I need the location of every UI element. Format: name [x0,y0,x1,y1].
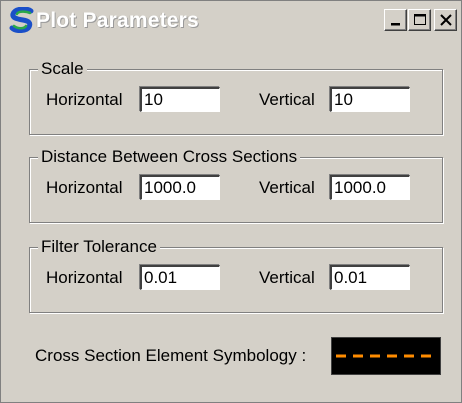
maximize-button[interactable] [408,9,431,31]
symbology-swatch-button[interactable] [331,337,441,375]
scale-group-title: Scale [38,59,87,79]
maximize-icon [414,14,426,25]
distance-horizontal-label: Horizontal [46,178,123,197]
s-logo-icon [9,7,34,33]
filter-horizontal-label: Horizontal [46,268,123,287]
distance-vertical-input[interactable] [330,175,410,200]
scale-horizontal-input[interactable] [140,87,220,112]
close-button[interactable] [434,9,457,31]
scale-vertical-input[interactable] [330,87,410,112]
scale-group: Scale Horizontal Vertical [29,59,443,135]
scale-horizontal-label: Horizontal [46,90,123,109]
close-icon [440,14,452,26]
distance-vertical-label: Vertical [259,178,315,197]
filter-group-title: Filter Tolerance [38,237,160,257]
distance-group-title: Distance Between Cross Sections [38,147,301,167]
distance-group: Distance Between Cross Sections Horizont… [29,147,443,223]
dashed-line-icon [336,354,436,358]
minimize-button[interactable] [384,9,407,31]
symbology-label: Cross Section Element Symbology : [35,346,307,365]
title-bar[interactable]: Plot Parameters [1,1,461,39]
distance-horizontal-input[interactable] [140,175,220,200]
title-bar-buttons [383,9,457,33]
window-title: Plot Parameters [36,9,199,32]
filter-vertical-input[interactable] [330,265,410,290]
scale-vertical-label: Vertical [259,90,315,109]
filter-group: Filter Tolerance Horizontal Vertical [29,237,443,313]
filter-vertical-label: Vertical [259,268,315,287]
minimize-icon [391,23,400,26]
filter-horizontal-input[interactable] [140,265,220,290]
plot-parameters-dialog: Plot Parameters Scale Horizontal 10 Vert… [0,0,462,403]
